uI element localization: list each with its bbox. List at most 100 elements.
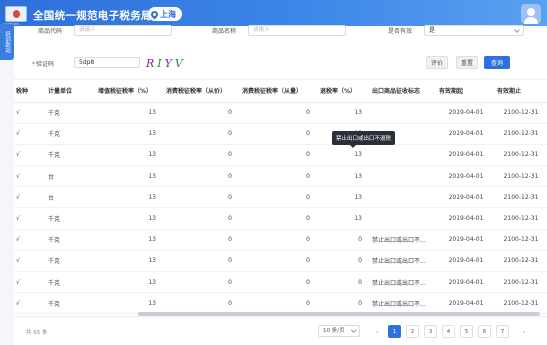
table-row[interactable]: √千克1300132019-04-012100-12-31 (14, 123, 547, 145)
table-cell: 0 (240, 207, 318, 230)
table-cell[interactable]: 禁止出口或出口不... (370, 271, 437, 294)
table-cell: 13 (96, 229, 164, 251)
table-cell: √ (14, 144, 46, 167)
column-header: 计量单位 (46, 80, 96, 103)
table-cell: √ (14, 250, 46, 273)
table-cell: 2100-12-31 (495, 229, 547, 251)
valid-label: 是否有效 (388, 28, 413, 35)
table-row[interactable]: √ 千克 13 0 0 0 禁止出口或出口不... 2019-04-01 2100-12-31 (14, 229, 547, 251)
page-button[interactable]: 5 (460, 325, 473, 338)
product-name-input[interactable]: 请输入 (248, 25, 346, 36)
valid-select[interactable]: 是 (424, 25, 524, 36)
table-cell: 0 (240, 229, 318, 251)
reset-button[interactable]: 重置 (456, 56, 478, 69)
table-header-row: 税种 计量单位 增值税征税率（%） 消费税征税率（从价） 消费税征税率（从量） 退税率（%… (14, 80, 547, 103)
table-cell (370, 165, 437, 188)
table-cell: 0 (240, 102, 318, 124)
result-table: 税种 计量单位 增值税征税率（%） 消费税征税率（从价） 消费税征税率（从量） 退税率（%… (14, 80, 547, 315)
table-cell[interactable]: 禁止出口或出口不... (370, 250, 437, 273)
captcha-image[interactable]: RIYV (146, 56, 192, 71)
product-code-label: 商品代码 (38, 28, 63, 35)
query-button[interactable]: 查询 (484, 56, 510, 69)
table-row[interactable]: √千克1300132019-04-012100-12-31 (14, 144, 547, 167)
chevron-down-icon (350, 327, 356, 333)
filter-panel: 商品代码 请输入 商品名称 请输入 是否有效 是 *验证码 5dp8 RIYV … (14, 25, 547, 78)
table-cell: 0 (240, 123, 318, 145)
table-cell: 2019-04-01 (437, 165, 495, 188)
page-size-value: 10 条/页 (323, 328, 345, 334)
prev-page-icon[interactable]: ‹ (372, 325, 382, 338)
table-cell: 13 (318, 144, 370, 167)
page-button[interactable]: 3 (424, 325, 437, 338)
column-header: 出口商品征收标志 (370, 80, 437, 103)
table-cell[interactable]: 禁止出口或出口不... (370, 292, 437, 315)
table-cell (370, 207, 437, 230)
page-button[interactable]: 4 (442, 325, 455, 338)
table-cell[interactable]: 禁止出口或出口不... (370, 229, 437, 251)
table-cell: 2019-04-01 (437, 102, 495, 124)
table-cell: 千克 (46, 292, 96, 315)
table-cell: 2019-04-01 (437, 144, 495, 167)
table-cell: 2100-12-31 (495, 271, 547, 294)
captcha-input[interactable]: 5dp8 (74, 57, 140, 68)
table-cell: 2019-04-01 (437, 186, 495, 209)
table-cell: √ (14, 292, 46, 315)
table-cell: 13 (96, 250, 164, 273)
table-cell: 0 (164, 229, 240, 251)
next-page-icon[interactable]: › (519, 325, 529, 338)
top-header: ARMBOEK 全国统一规范电子税务局 上海 (0, 0, 547, 28)
region-selector[interactable]: 上海 (148, 7, 182, 21)
table-cell: 2100-12-31 (495, 123, 547, 145)
table-cell: 千克 (46, 271, 96, 294)
table-cell: 13 (96, 144, 164, 167)
user-avatar[interactable] (521, 4, 541, 24)
table-cell: 0 (164, 292, 240, 315)
horizontal-scrollbar[interactable] (138, 312, 540, 316)
location-pin-icon (149, 9, 160, 19)
table-cell: 0 (318, 229, 370, 251)
table-cell: 0 (164, 165, 240, 188)
table-row[interactable]: √ 台 13 0 0 13 2019-04-01 2100-12-31 (14, 165, 547, 188)
column-header: 税种 (14, 80, 46, 103)
table-row[interactable]: √ 台 13 0 0 13 2019-04-01 2100-12-31 (14, 186, 547, 209)
table-row[interactable]: √千克1300132019-04-012100-12-31 (14, 207, 547, 230)
table-cell (370, 186, 437, 209)
table-cell: 0 (318, 292, 370, 315)
tax-emblem-icon (5, 6, 27, 22)
table-row[interactable]: √ 千克 13 0 0 0 禁止出口或出口不... 2019-04-01 2100-12-31 (14, 250, 547, 273)
captcha-label: *验证码 (32, 61, 55, 68)
table-cell: √ (14, 123, 46, 145)
table-cell: 2019-04-01 (437, 250, 495, 273)
table-cell: 0 (240, 292, 318, 315)
table-cell (370, 144, 437, 167)
table-cell: 0 (318, 271, 370, 294)
table-cell: 13 (318, 165, 370, 188)
table-cell: √ (14, 271, 46, 294)
table-cell: 2019-04-01 (437, 207, 495, 230)
pagination: 共 65 条 10 条/页 ‹ 1234567 › (14, 318, 547, 345)
table-cell: 0 (318, 250, 370, 273)
page-button[interactable]: 2 (406, 325, 419, 338)
page-size-select[interactable]: 10 条/页 (318, 325, 360, 337)
table-cell: 0 (240, 250, 318, 273)
table-cell: 2019-04-01 (437, 123, 495, 145)
table-cell: √ (14, 207, 46, 230)
product-code-input[interactable]: 请输入 (74, 25, 172, 36)
evaluate-button[interactable]: 评价 (426, 56, 448, 69)
page-button[interactable]: 7 (496, 325, 509, 338)
table-row[interactable]: √ 千克 13 0 0 0 禁止出口或出口不... 2019-04-01 2100-12-31 (14, 292, 547, 315)
table-row[interactable]: √ 千克 13 0 0 0 禁止出口或出口不... 2019-04-01 2100-12-31 (14, 271, 547, 294)
table-cell: 0 (164, 207, 240, 230)
table-cell: 13 (318, 102, 370, 124)
page-button[interactable]: 6 (478, 325, 491, 338)
table-row[interactable]: √千克1300132019-04-012100-12-31 (14, 102, 547, 124)
product-name-label: 商品名称 (212, 28, 237, 35)
flag-tooltip: 禁止出口或出口不退税 (332, 131, 396, 148)
table-cell: 2019-04-01 (437, 271, 495, 294)
table-cell: 13 (96, 186, 164, 209)
table-cell: 13 (96, 271, 164, 294)
column-header: 退税率（%） (318, 80, 370, 103)
training-side-tab[interactable]: 培训助动 (0, 24, 14, 60)
page-button[interactable]: 1 (388, 325, 401, 338)
table-cell: 13 (96, 207, 164, 230)
